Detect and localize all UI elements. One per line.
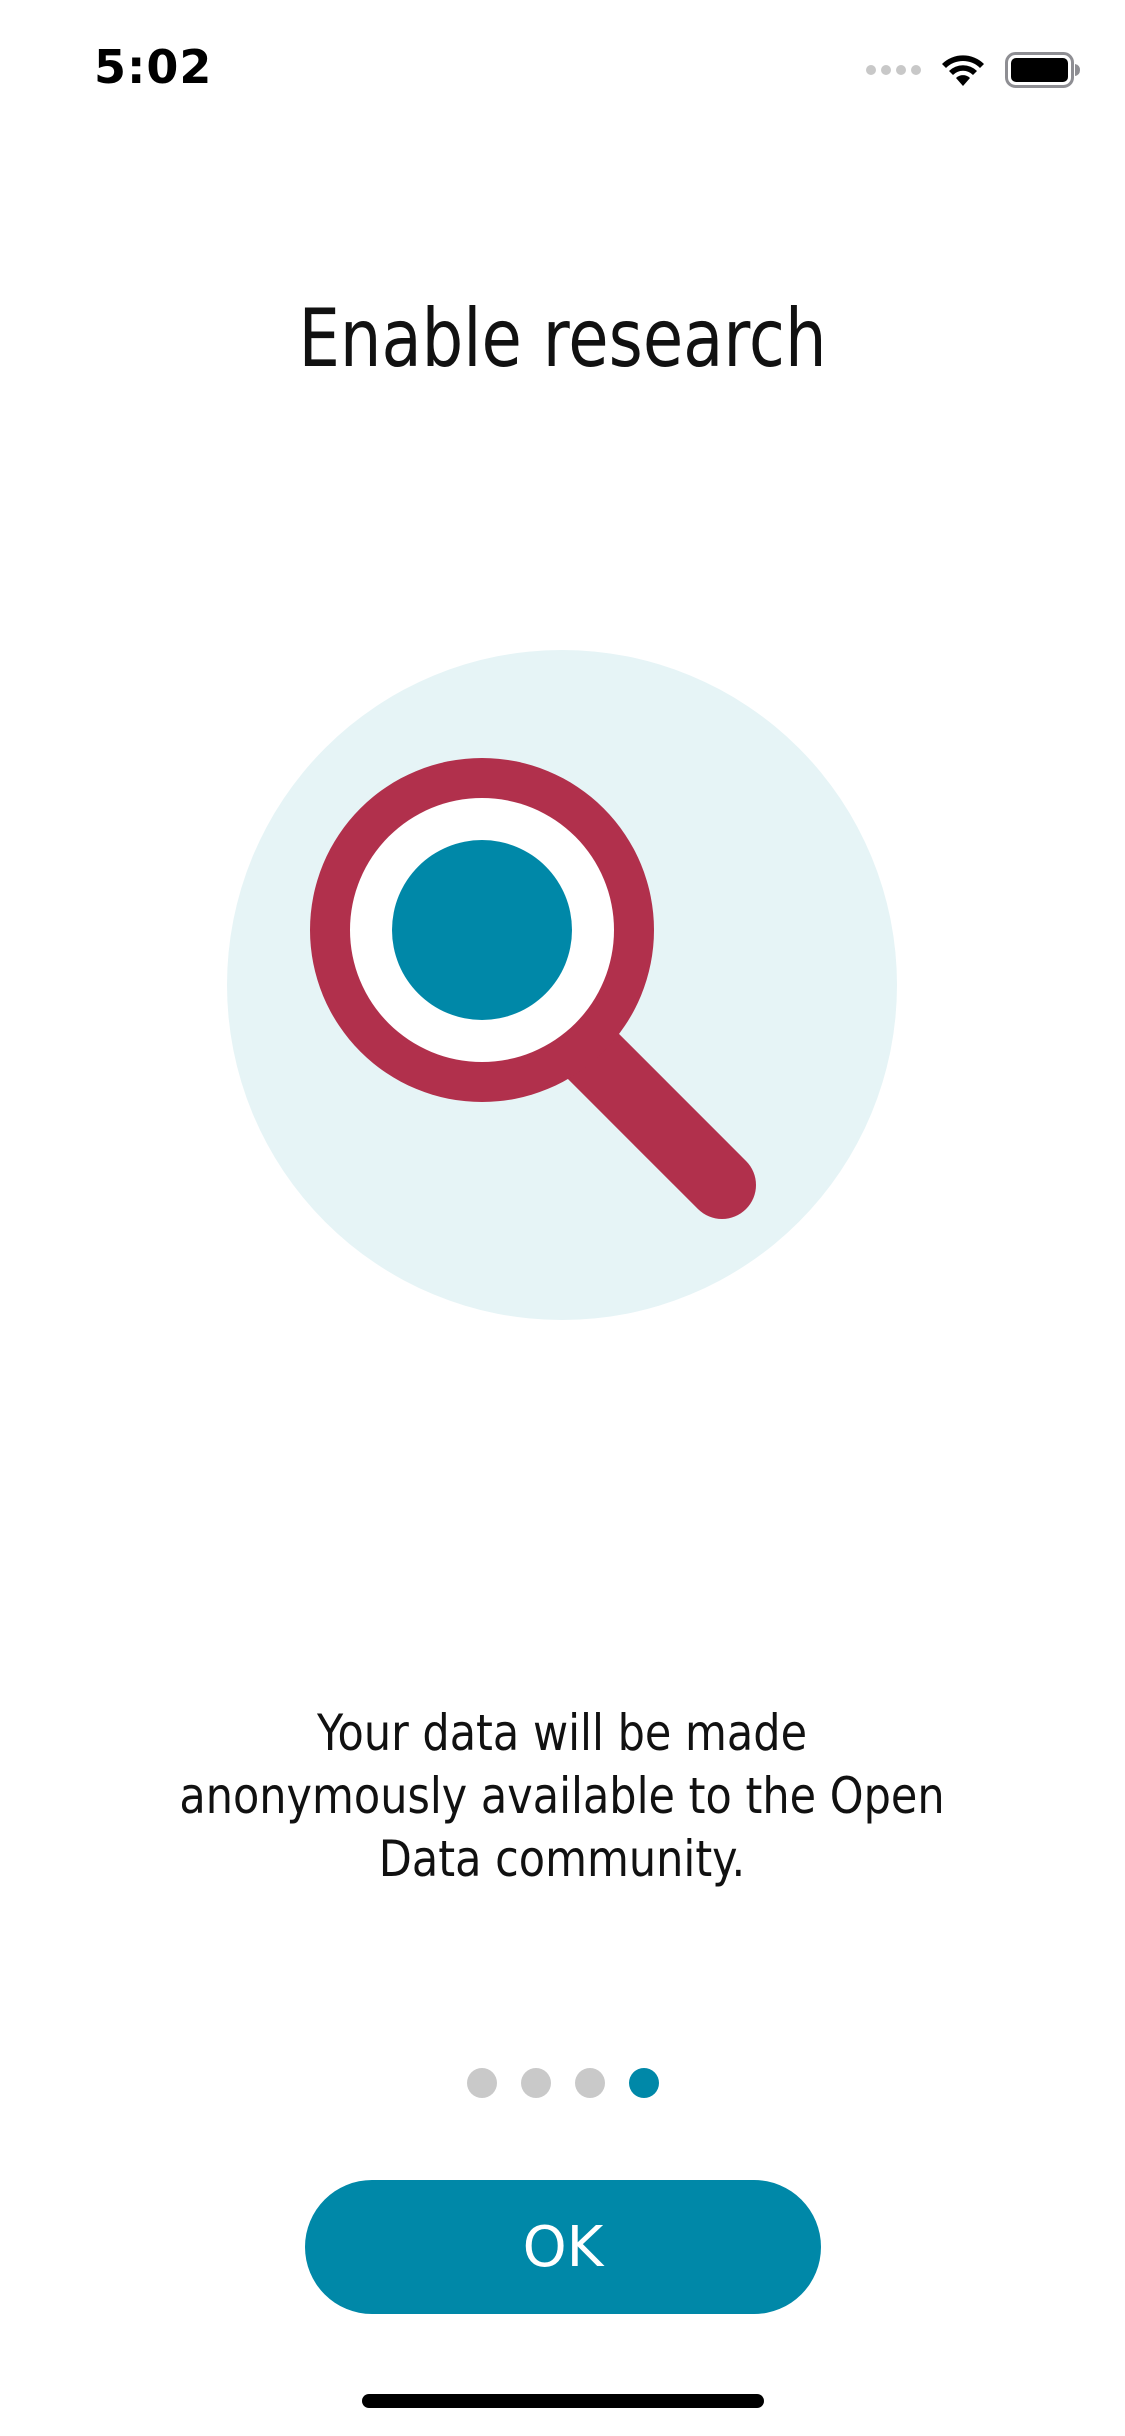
wifi-icon — [942, 55, 984, 86]
description-text: Your data will be made anonymously avail… — [179, 1704, 945, 1888]
status-icons — [866, 48, 1081, 92]
battery-icon — [1005, 52, 1080, 88]
page-dot-1[interactable] — [466, 2068, 497, 2098]
page-dot-2[interactable] — [520, 2068, 551, 2098]
page-indicator — [0, 2068, 1125, 2098]
home-indicator[interactable] — [362, 2394, 764, 2408]
status-time: 5:02 — [94, 40, 213, 94]
page-dot-4-active[interactable] — [628, 2068, 659, 2098]
signal-dots-icon — [866, 65, 921, 75]
page-dot-3[interactable] — [574, 2068, 605, 2098]
status-bar: 5:02 — [0, 0, 1125, 132]
ok-button[interactable]: OK — [305, 2180, 821, 2314]
page-title: Enable research — [298, 292, 827, 385]
magnifying-glass-icon — [227, 650, 897, 1320]
illustration — [227, 650, 897, 1320]
